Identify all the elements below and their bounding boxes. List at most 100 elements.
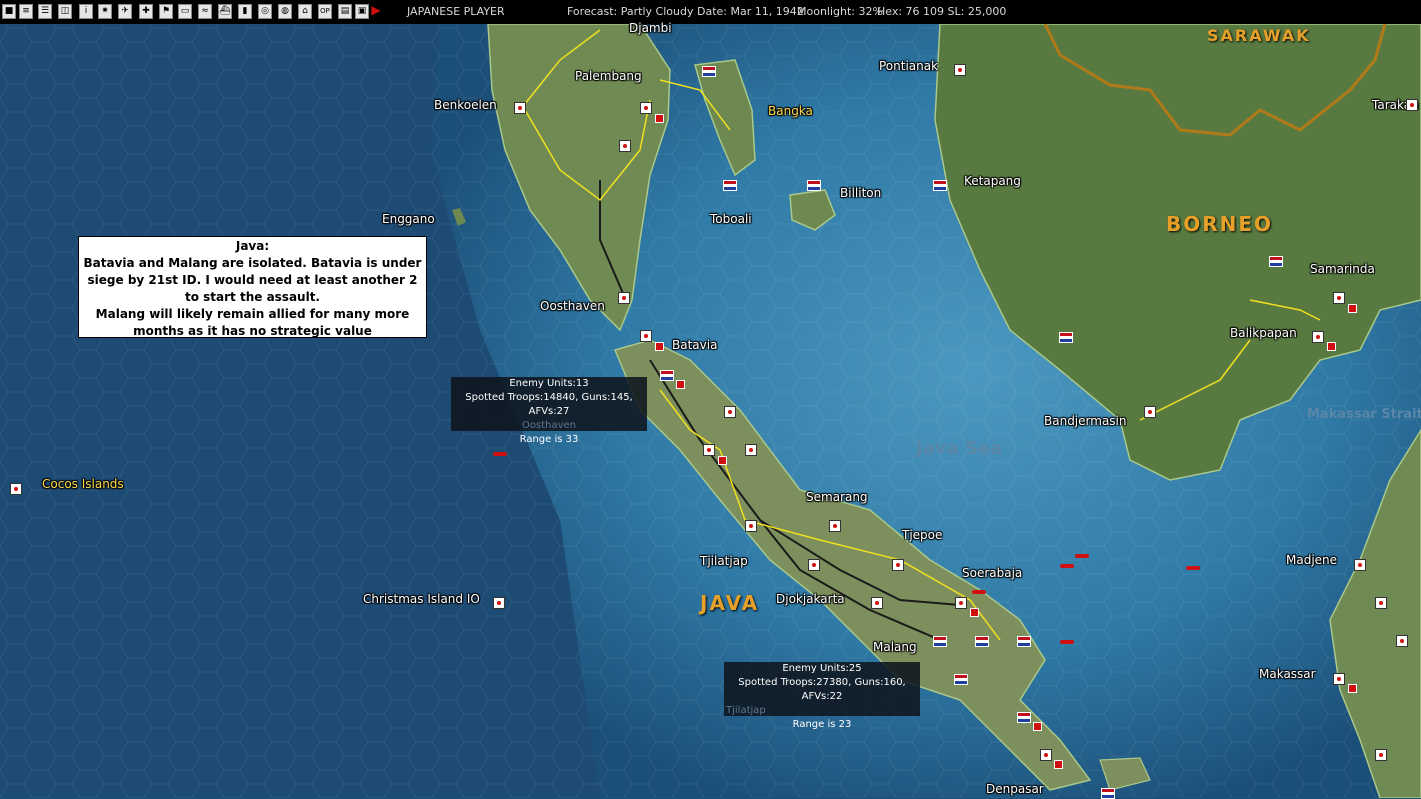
base-java-4[interactable] xyxy=(745,520,757,532)
base-borneo-central[interactable] xyxy=(1269,256,1283,267)
unit-batavia-siege[interactable] xyxy=(676,380,685,389)
info-button[interactable]: i xyxy=(79,4,93,19)
base-palembang[interactable] xyxy=(640,102,652,114)
base-madjene[interactable] xyxy=(1354,559,1366,571)
strategic-map[interactable]: Djambi Palembang Benkoelen Bangka Pontia… xyxy=(0,21,1421,799)
unit-java-east[interactable] xyxy=(1033,722,1042,731)
base-soerabaja[interactable] xyxy=(955,597,967,609)
base-java-east-4[interactable] xyxy=(1017,712,1031,723)
base-sulawesi-1[interactable] xyxy=(1375,597,1387,609)
base-bangka-north[interactable] xyxy=(702,66,716,77)
log-button[interactable]: ▤ xyxy=(338,4,352,19)
base-benkoelen[interactable] xyxy=(514,102,526,114)
fuel-button[interactable]: ▮ xyxy=(238,4,252,19)
base-java-1[interactable] xyxy=(724,406,736,418)
plane-button[interactable]: ✈ xyxy=(118,4,132,19)
base-christmas-island[interactable] xyxy=(493,597,505,609)
ship-marker-5[interactable] xyxy=(1060,640,1074,644)
base-pontianak[interactable] xyxy=(954,64,966,76)
base-tjilatjap-area[interactable] xyxy=(808,559,820,571)
base-java-east-3[interactable] xyxy=(954,674,968,685)
flag-button[interactable]: ⚑ xyxy=(159,4,173,19)
intel-malang-range: Range is 23 xyxy=(792,719,852,730)
tank-button[interactable]: ▭ xyxy=(178,4,192,19)
unit-samarinda[interactable] xyxy=(1348,304,1357,313)
unit-soerabaja[interactable] xyxy=(970,608,979,617)
ship-marker-4[interactable] xyxy=(1075,554,1089,558)
base-tjepoe[interactable] xyxy=(892,559,904,571)
unit-java-central[interactable] xyxy=(718,456,727,465)
end-turn-button[interactable]: ▶ xyxy=(369,4,383,19)
base-balikpapan[interactable] xyxy=(1312,331,1324,343)
ship-marker-3[interactable] xyxy=(1186,566,1200,570)
intel-popup-malang: Enemy Units:25 Spotted Troops:27380, Gun… xyxy=(724,662,920,730)
ship-button[interactable]: ⛴ xyxy=(218,4,232,19)
report-button[interactable]: ≡ xyxy=(19,4,33,19)
base-java-west[interactable] xyxy=(640,330,652,342)
intel-malang-enemy: Enemy Units:25 xyxy=(782,663,862,674)
label-batavia: Batavia xyxy=(672,338,718,352)
nav-icon: ⌂ xyxy=(302,6,308,16)
info-icon: i xyxy=(84,6,88,16)
unit-bali[interactable] xyxy=(1054,760,1063,769)
base-bandjermasin[interactable] xyxy=(1144,406,1156,418)
label-oosthaven: Oosthaven xyxy=(540,299,605,313)
burst-button[interactable]: ✷ xyxy=(98,4,112,19)
globe-icon: ◍ xyxy=(281,6,289,16)
base-java-east-2[interactable] xyxy=(1017,636,1031,647)
base-oosthaven[interactable] xyxy=(618,292,630,304)
base-sulawesi-3[interactable] xyxy=(1375,749,1387,761)
base-batavia[interactable] xyxy=(660,370,674,381)
base-bali[interactable] xyxy=(1040,749,1052,761)
intel-popup-batavia: Enemy Units:13 Spotted Troops:14840, Gun… xyxy=(451,377,647,445)
base-borneo-south[interactable] xyxy=(1059,332,1073,343)
label-java-sea: Java Sea xyxy=(916,438,1003,459)
base-java-3[interactable] xyxy=(745,444,757,456)
unit-java-west[interactable] xyxy=(655,342,664,351)
base-sumatra-inland[interactable] xyxy=(619,140,631,152)
base-semarang[interactable] xyxy=(829,520,841,532)
intel-malang-hidden-label: Tjilatjap xyxy=(726,705,766,716)
base-sulawesi-2[interactable] xyxy=(1396,635,1408,647)
path-button[interactable]: ≈ xyxy=(198,4,212,19)
unit-palembang[interactable] xyxy=(655,114,664,123)
ship-marker-6[interactable] xyxy=(972,590,986,594)
note-line-3: to start the assault. xyxy=(185,290,320,304)
save-icon: ■ xyxy=(4,6,14,16)
label-tjilatjap: Tjilatjap xyxy=(700,554,748,568)
base-samarinda[interactable] xyxy=(1333,292,1345,304)
group-button[interactable]: ◫ xyxy=(58,4,72,19)
base-malang[interactable] xyxy=(933,636,947,647)
unit-balikpapan[interactable] xyxy=(1327,342,1336,351)
ship-marker-1[interactable] xyxy=(493,452,507,456)
unit-makassar[interactable] xyxy=(1348,684,1357,693)
base-djokjakarta[interactable] xyxy=(871,597,883,609)
list-button[interactable]: ☰ xyxy=(38,4,52,19)
base-billiton[interactable] xyxy=(807,180,821,191)
base-tarakan[interactable] xyxy=(1406,99,1418,111)
screen-button[interactable]: ▣ xyxy=(355,4,369,19)
group-icon: ◫ xyxy=(60,6,70,16)
nav-button[interactable]: ⌂ xyxy=(298,4,312,19)
crosshair-button[interactable]: ✚ xyxy=(139,4,153,19)
base-java-east-1[interactable] xyxy=(975,636,989,647)
base-cocos-islands[interactable] xyxy=(10,483,22,495)
base-makassar[interactable] xyxy=(1333,673,1345,685)
label-benkoelen: Benkoelen xyxy=(434,98,497,112)
label-toboali: Toboali xyxy=(710,212,752,226)
ship-marker-2[interactable] xyxy=(1060,564,1074,568)
report-icon: ≡ xyxy=(22,6,30,16)
map-button[interactable]: ◎ xyxy=(258,4,272,19)
hex-label: Hex: 76 109 SL: 25,000 xyxy=(877,5,1007,18)
note-line-4: Malang will likely remain allied for man… xyxy=(95,307,410,321)
save-button[interactable]: ■ xyxy=(2,4,16,19)
globe-button[interactable]: ◍ xyxy=(278,4,292,19)
base-toboali[interactable] xyxy=(723,180,737,191)
intel-batavia-spotted: Spotted Troops:14840, Guns:145, AFVs:27 xyxy=(465,392,633,417)
op-button[interactable]: OP xyxy=(318,4,332,19)
label-malang: Malang xyxy=(873,640,917,654)
base-ketapang[interactable] xyxy=(933,180,947,191)
label-christmas-island: Christmas Island IO xyxy=(363,592,480,606)
base-lombok[interactable] xyxy=(1101,788,1115,799)
base-java-2[interactable] xyxy=(703,444,715,456)
